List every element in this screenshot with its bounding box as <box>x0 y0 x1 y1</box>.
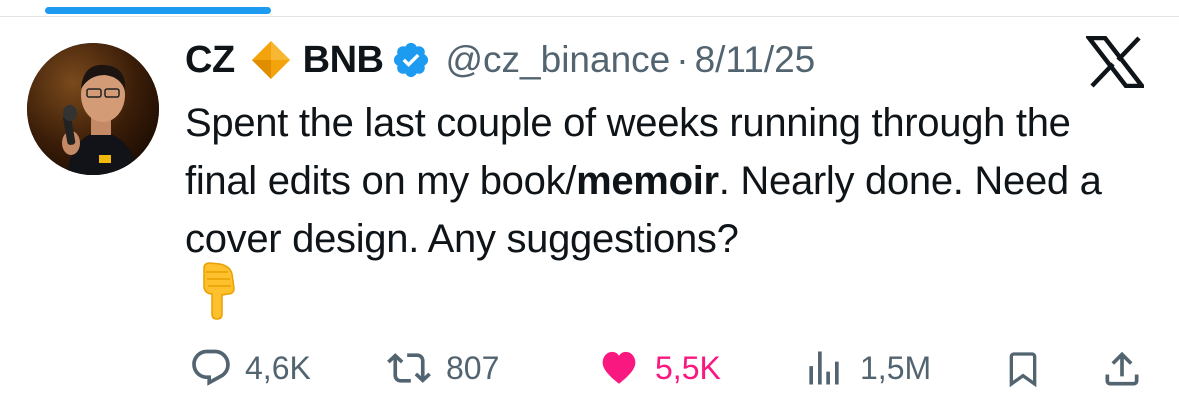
share-button[interactable] <box>1100 346 1144 392</box>
separator: · <box>676 39 689 80</box>
action-bar: 4,6K 807 5,5K 1,5M <box>0 340 1179 400</box>
heart-icon <box>602 351 636 384</box>
views-count: 1,5M <box>860 349 932 386</box>
avatar[interactable] <box>27 43 159 175</box>
repost-count: 807 <box>446 349 500 386</box>
tweet-header: CZ BNB @cz_binance · 8/11/25 <box>185 34 815 86</box>
reply-icon <box>192 349 230 386</box>
pointing-down-emoji: 👇 <box>196 262 240 325</box>
views-button[interactable]: 1,5M <box>800 346 931 390</box>
x-logo-icon <box>1084 35 1147 89</box>
verified-icon <box>391 40 431 80</box>
reply-button[interactable]: 4,6K <box>189 346 311 390</box>
divider <box>0 16 1179 17</box>
author-name-suffix[interactable]: BNB <box>303 39 384 82</box>
tweet-text: Spent the last couple of weeks running t… <box>185 94 1145 268</box>
bookmark-icon <box>1009 352 1037 388</box>
author-name[interactable]: CZ <box>185 39 235 82</box>
like-count: 5,5K <box>655 349 721 386</box>
bookmark-button[interactable] <box>1003 346 1043 392</box>
share-icon <box>1105 351 1139 386</box>
diamond-icon <box>249 38 293 82</box>
tab-indicator <box>45 7 271 14</box>
repost-button[interactable]: 807 <box>384 346 499 390</box>
views-icon <box>809 351 839 385</box>
tweet-text-bold: memoir <box>576 159 719 203</box>
tweet-date[interactable]: 8/11/25 <box>695 39 816 81</box>
reply-count: 4,6K <box>245 349 311 386</box>
author-handle[interactable]: @cz_binance <box>445 39 670 81</box>
like-button[interactable]: 5,5K <box>595 346 721 390</box>
repost-icon <box>387 353 431 383</box>
